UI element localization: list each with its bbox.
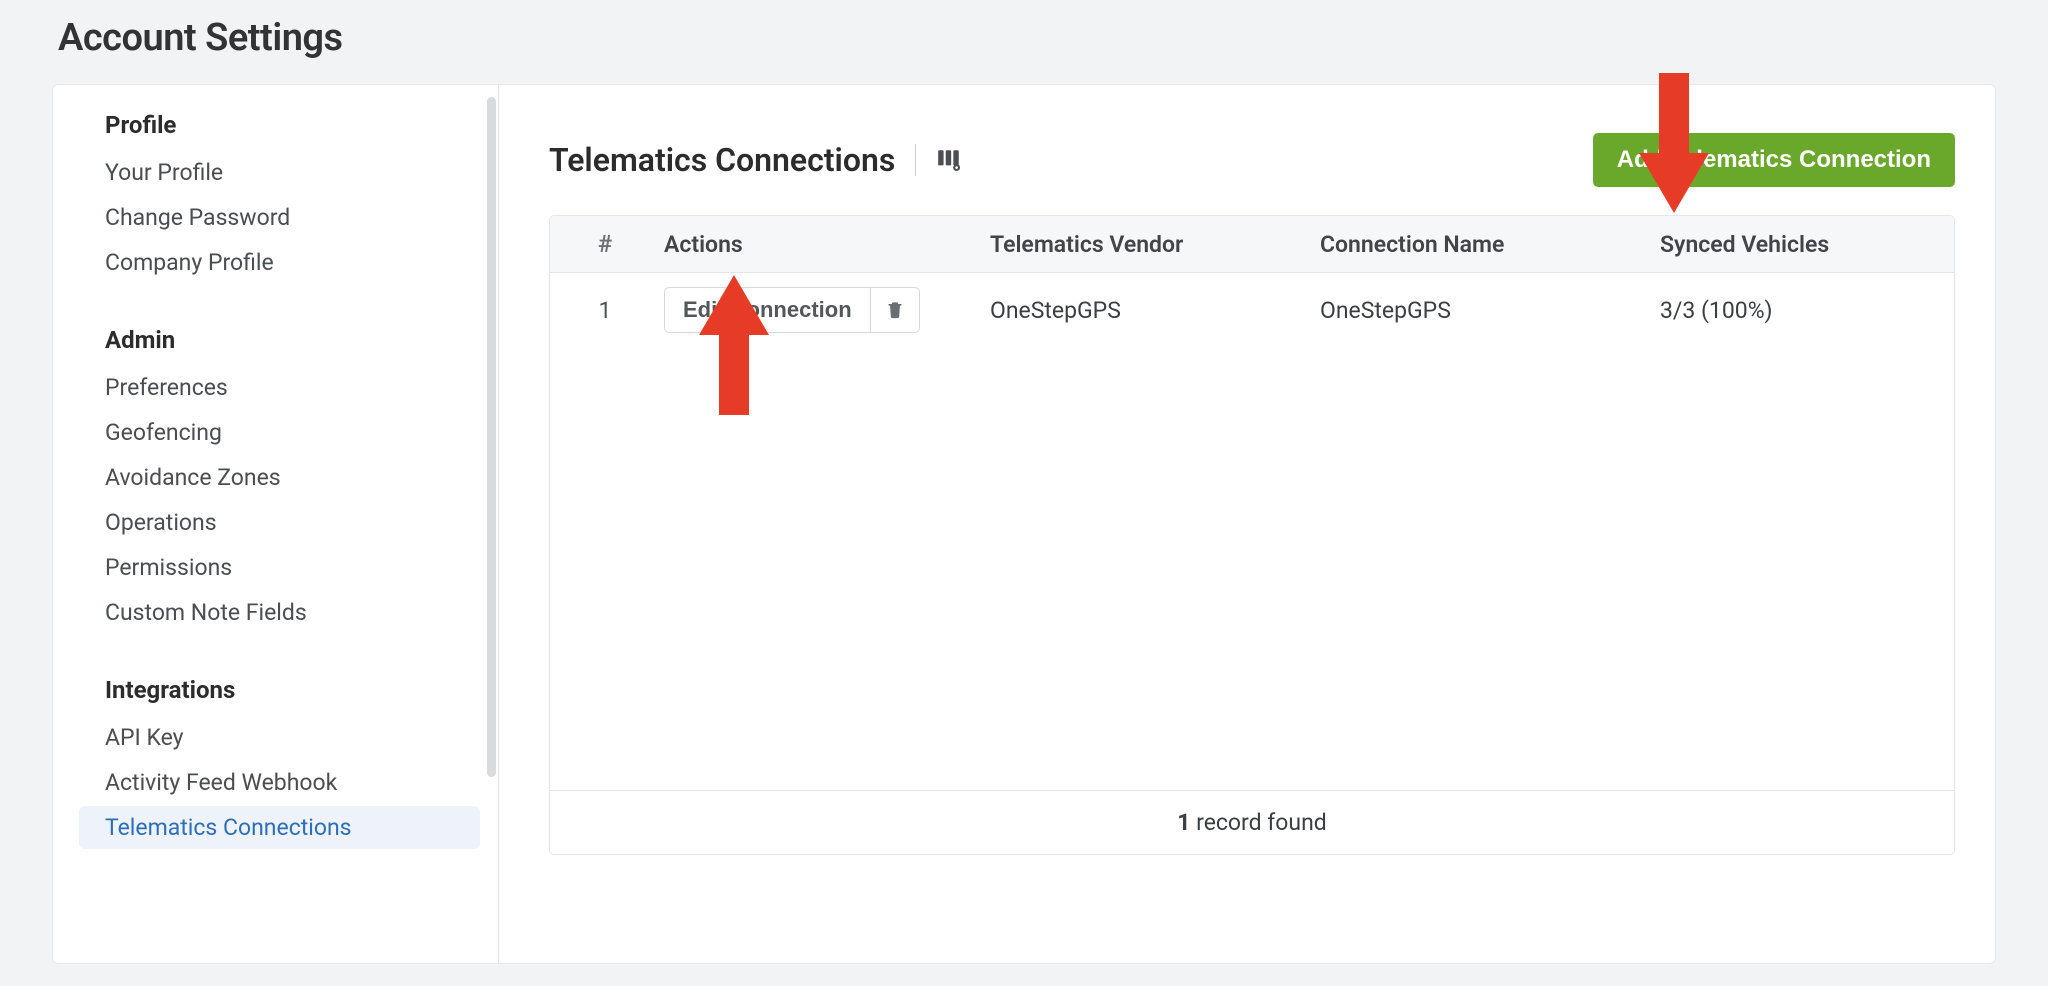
column-header-connection-name: Connection Name <box>1320 231 1660 258</box>
table-row: 1 Edit Connection <box>550 273 1954 347</box>
column-header-number: # <box>598 230 612 258</box>
trash-icon <box>885 298 905 323</box>
page-title: Account Settings <box>52 0 1996 84</box>
sidebar: Profile Your Profile Change Password Com… <box>53 85 499 963</box>
column-header-synced-vehicles: Synced Vehicles <box>1660 231 1954 258</box>
sidebar-section-integrations: Integrations <box>79 672 480 708</box>
settings-panel: Profile Your Profile Change Password Com… <box>52 84 1996 964</box>
sidebar-item-operations[interactable]: Operations <box>79 501 480 544</box>
column-header-actions: Actions <box>660 231 990 258</box>
sidebar-item-your-profile[interactable]: Your Profile <box>79 151 480 194</box>
sidebar-item-preferences[interactable]: Preferences <box>79 366 480 409</box>
sidebar-item-custom-note-fields[interactable]: Custom Note Fields <box>79 591 480 634</box>
sidebar-item-change-password[interactable]: Change Password <box>79 196 480 239</box>
sidebar-section-admin: Admin <box>79 322 480 358</box>
sidebar-scrollbar[interactable] <box>484 85 498 963</box>
scrollbar-thumb[interactable] <box>487 97 496 777</box>
column-header-vendor: Telematics Vendor <box>990 231 1320 258</box>
sidebar-item-activity-feed-webhook[interactable]: Activity Feed Webhook <box>79 761 480 804</box>
main-title: Telematics Connections <box>549 141 895 179</box>
columns-settings-icon[interactable] <box>936 147 962 173</box>
cell-synced-vehicles: 3/3 (100%) <box>1660 297 1954 324</box>
table-footer: 1 record found <box>550 790 1954 854</box>
table-header-row: # Actions Telematics Vendor Connection N… <box>550 216 1954 273</box>
sidebar-item-api-key[interactable]: API Key <box>79 716 480 759</box>
edit-connection-button[interactable]: Edit Connection <box>664 287 870 333</box>
main-header: Telematics Connections Add Telematics Co… <box>549 133 1955 187</box>
cell-vendor: OneStepGPS <box>990 297 1320 324</box>
connections-table: # Actions Telematics Vendor Connection N… <box>549 215 1955 855</box>
divider <box>915 144 916 176</box>
sidebar-item-avoidance-zones[interactable]: Avoidance Zones <box>79 456 480 499</box>
main-content: Telematics Connections Add Telematics Co… <box>499 85 1995 963</box>
record-suffix: record found <box>1190 809 1326 836</box>
add-telematics-connection-button[interactable]: Add Telematics Connection <box>1593 133 1955 187</box>
record-count: 1 <box>1177 809 1190 836</box>
delete-connection-button[interactable] <box>870 287 920 333</box>
sidebar-item-company-profile[interactable]: Company Profile <box>79 241 480 284</box>
sidebar-item-telematics-connections[interactable]: Telematics Connections <box>79 806 480 849</box>
sidebar-section-profile: Profile <box>79 107 480 143</box>
sidebar-item-permissions[interactable]: Permissions <box>79 546 480 589</box>
sidebar-item-geofencing[interactable]: Geofencing <box>79 411 480 454</box>
cell-connection-name: OneStepGPS <box>1320 297 1660 324</box>
row-number: 1 <box>550 297 660 324</box>
